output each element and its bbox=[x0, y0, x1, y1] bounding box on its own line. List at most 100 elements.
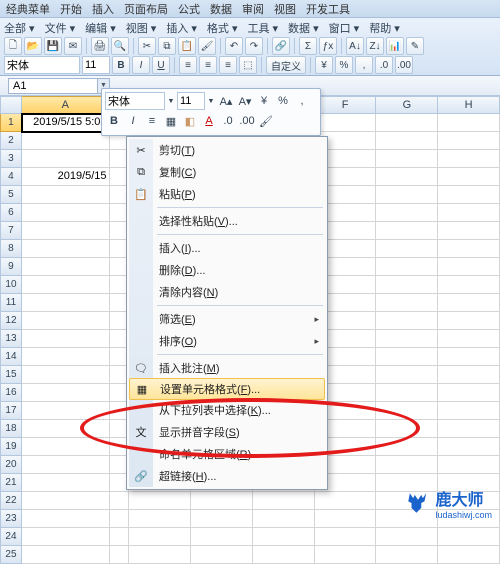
cell-D23[interactable] bbox=[191, 510, 253, 528]
row-header-9[interactable]: 9 bbox=[0, 258, 22, 276]
print-icon[interactable]: 🖨 bbox=[91, 37, 109, 55]
align-right-icon[interactable]: ≡ bbox=[219, 56, 237, 74]
context-item-18[interactable]: 🔗超链接(H)... bbox=[129, 465, 325, 487]
cell-H8[interactable] bbox=[438, 240, 500, 258]
cell-G10[interactable] bbox=[376, 276, 438, 294]
cell-G25[interactable] bbox=[376, 546, 438, 564]
context-item-11[interactable]: 排序(O) bbox=[129, 330, 325, 352]
cell-A1[interactable]: 2019/5/15 5:08 bbox=[22, 114, 110, 132]
dec-decimal-icon[interactable]: .00 bbox=[395, 56, 413, 74]
row-header-16[interactable]: 16 bbox=[0, 384, 22, 402]
comma-icon[interactable]: , bbox=[355, 56, 373, 74]
cell-H15[interactable] bbox=[438, 366, 500, 384]
col-header-H[interactable]: H bbox=[438, 96, 500, 114]
link-icon[interactable]: 🔗 bbox=[272, 37, 290, 55]
row-header-18[interactable]: 18 bbox=[0, 420, 22, 438]
context-item-1[interactable]: ⧉复制(C) bbox=[129, 161, 325, 183]
cell-H17[interactable] bbox=[438, 402, 500, 420]
ribbon-tab-7[interactable]: 数据 ▾ bbox=[288, 20, 319, 36]
fx-icon[interactable]: ƒx bbox=[319, 37, 337, 55]
format-painter-icon[interactable]: 🖌 bbox=[198, 37, 216, 55]
select-all-corner[interactable] bbox=[0, 96, 22, 114]
font-family-select[interactable] bbox=[4, 56, 80, 74]
cell-G20[interactable] bbox=[376, 456, 438, 474]
cell-G17[interactable] bbox=[376, 402, 438, 420]
percent-icon[interactable]: % bbox=[335, 56, 353, 74]
cell-D22[interactable] bbox=[191, 492, 253, 510]
open-icon[interactable]: 📂 bbox=[24, 37, 42, 55]
menu-2[interactable]: 插入 bbox=[92, 1, 114, 16]
cell-A21[interactable] bbox=[22, 474, 110, 492]
cell-H2[interactable] bbox=[438, 132, 500, 150]
cell-A14[interactable] bbox=[22, 348, 110, 366]
sort-desc-icon[interactable]: Z↓ bbox=[366, 37, 384, 55]
align-center-icon[interactable]: ≡ bbox=[143, 112, 161, 130]
cell-A12[interactable] bbox=[22, 312, 110, 330]
cell-A7[interactable] bbox=[22, 222, 110, 240]
row-header-19[interactable]: 19 bbox=[0, 438, 22, 456]
cell-H18[interactable] bbox=[438, 420, 500, 438]
cell-A8[interactable] bbox=[22, 240, 110, 258]
cell-H19[interactable] bbox=[438, 438, 500, 456]
row-header-23[interactable]: 23 bbox=[0, 510, 22, 528]
align-left-icon[interactable]: ≡ bbox=[179, 56, 197, 74]
bold-button[interactable]: B bbox=[105, 112, 123, 130]
cell-A22[interactable] bbox=[22, 492, 110, 510]
context-item-8[interactable]: 清除内容(N) bbox=[129, 281, 325, 303]
cell-A5[interactable] bbox=[22, 186, 110, 204]
menu-1[interactable]: 开始 bbox=[60, 1, 82, 16]
redo-icon[interactable]: ↷ bbox=[245, 37, 263, 55]
cell-G11[interactable] bbox=[376, 294, 438, 312]
cell-A17[interactable] bbox=[22, 402, 110, 420]
fill-color-icon[interactable]: ◧ bbox=[181, 112, 199, 130]
row-header-13[interactable]: 13 bbox=[0, 330, 22, 348]
cell-A18[interactable] bbox=[22, 420, 110, 438]
row-header-2[interactable]: 2 bbox=[0, 132, 22, 150]
inc-decimal-icon[interactable]: .0 bbox=[375, 56, 393, 74]
row-header-12[interactable]: 12 bbox=[0, 312, 22, 330]
sum-icon[interactable]: Σ bbox=[299, 37, 317, 55]
menu-7[interactable]: 视图 bbox=[274, 1, 296, 16]
cell-C23[interactable] bbox=[129, 510, 191, 528]
context-item-15[interactable]: 从下拉列表中选择(K)... bbox=[129, 399, 325, 421]
format-painter-icon[interactable]: 🖌 bbox=[257, 112, 275, 130]
cell-A16[interactable] bbox=[22, 384, 110, 402]
cell-A19[interactable] bbox=[22, 438, 110, 456]
font-color-icon[interactable]: A bbox=[200, 112, 218, 130]
currency-icon[interactable]: ¥ bbox=[255, 92, 273, 110]
ribbon-tab-2[interactable]: 编辑 ▾ bbox=[85, 20, 116, 36]
name-box[interactable] bbox=[8, 78, 98, 94]
cell-G14[interactable] bbox=[376, 348, 438, 366]
cell-G3[interactable] bbox=[376, 150, 438, 168]
context-item-17[interactable]: 命名单元格区域(R)... bbox=[129, 443, 325, 465]
cell-F24[interactable] bbox=[315, 528, 377, 546]
merge-icon[interactable]: ⬚ bbox=[239, 56, 257, 74]
ribbon-tab-6[interactable]: 工具 ▾ bbox=[247, 20, 278, 36]
cell-D25[interactable] bbox=[191, 546, 253, 564]
cell-H7[interactable] bbox=[438, 222, 500, 240]
grow-font-icon[interactable]: A▴ bbox=[217, 92, 235, 110]
dec-decimal-icon[interactable]: .00 bbox=[238, 112, 256, 130]
save-icon[interactable]: 💾 bbox=[44, 37, 62, 55]
ribbon-tab-3[interactable]: 视图 ▾ bbox=[126, 20, 157, 36]
row-header-22[interactable]: 22 bbox=[0, 492, 22, 510]
cell-E22[interactable] bbox=[253, 492, 315, 510]
context-item-6[interactable]: 插入(I)... bbox=[129, 237, 325, 259]
cell-G12[interactable] bbox=[376, 312, 438, 330]
cell-G7[interactable] bbox=[376, 222, 438, 240]
percent-icon[interactable]: % bbox=[274, 92, 292, 110]
col-header-F[interactable]: F bbox=[315, 96, 377, 114]
align-center-icon[interactable]: ≡ bbox=[199, 56, 217, 74]
context-item-10[interactable]: 筛选(E) bbox=[129, 308, 325, 330]
sort-asc-icon[interactable]: A↓ bbox=[346, 37, 364, 55]
row-header-7[interactable]: 7 bbox=[0, 222, 22, 240]
cell-F23[interactable] bbox=[315, 510, 377, 528]
cut-icon[interactable]: ✂ bbox=[138, 37, 156, 55]
context-item-4[interactable]: 选择性粘贴(V)... bbox=[129, 210, 325, 232]
row-header-21[interactable]: 21 bbox=[0, 474, 22, 492]
cell-B25[interactable] bbox=[110, 546, 130, 564]
shrink-font-icon[interactable]: A▾ bbox=[236, 92, 254, 110]
row-header-17[interactable]: 17 bbox=[0, 402, 22, 420]
menu-8[interactable]: 开发工具 bbox=[306, 1, 350, 16]
cell-G18[interactable] bbox=[376, 420, 438, 438]
